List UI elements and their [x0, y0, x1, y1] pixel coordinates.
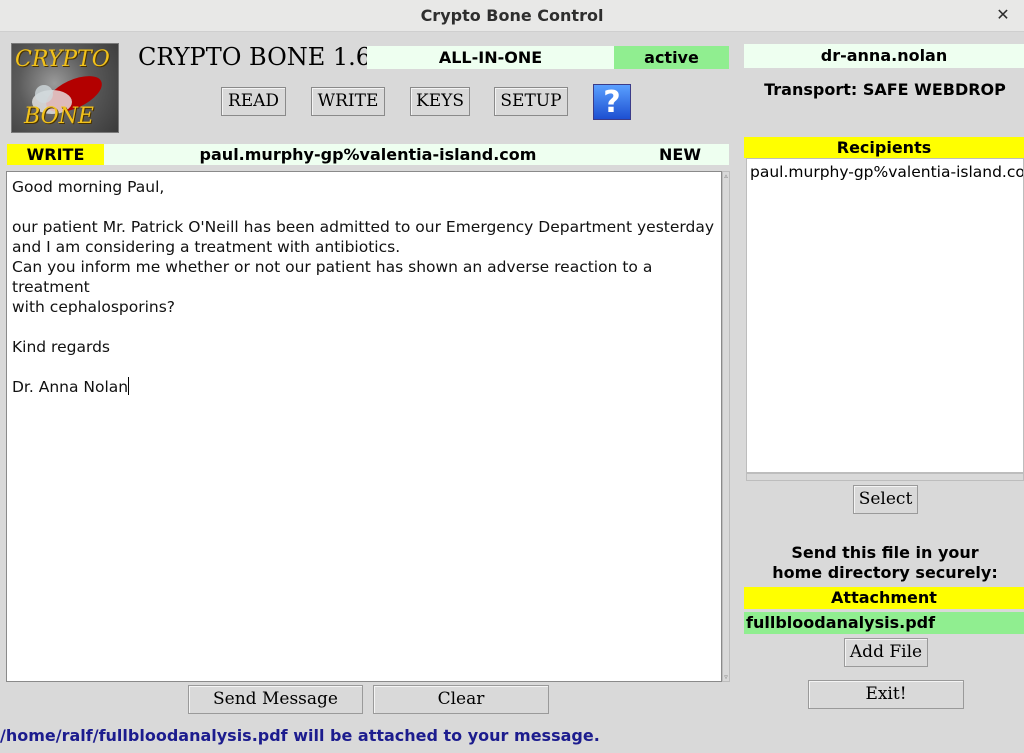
clear-button[interactable]: Clear — [373, 685, 549, 714]
scroll-down-icon[interactable]: ▿ — [723, 673, 729, 681]
mode-indicator: ALL-IN-ONE — [367, 46, 614, 69]
select-button[interactable]: Select — [853, 485, 918, 514]
help-icon[interactable]: ? — [593, 84, 631, 120]
exit-button[interactable]: Exit! — [808, 680, 964, 709]
title-bar: Crypto Bone Control ✕ — [0, 0, 1024, 32]
recipient-address: paul.murphy-gp%valentia-island.com — [199, 145, 537, 164]
user-name: dr-anna.nolan — [744, 44, 1024, 68]
attachment-file: fullbloodanalysis.pdf — [744, 612, 1024, 634]
send-file-line2: home directory securely: — [772, 563, 998, 582]
text-cursor — [128, 377, 130, 395]
write-button[interactable]: WRITE — [311, 87, 385, 116]
close-icon[interactable]: ✕ — [992, 4, 1014, 26]
crypto-bone-logo: CRYPTO BONE — [11, 43, 119, 133]
logo-text-line2: BONE — [24, 104, 94, 129]
window-title: Crypto Bone Control — [420, 6, 604, 25]
list-item[interactable]: paul.murphy-gp%valentia-island.com — [747, 159, 1023, 181]
recipient-bar: paul.murphy-gp%valentia-island.com NEW — [104, 144, 729, 165]
send-file-line1: Send this file in your — [791, 543, 979, 562]
read-button[interactable]: READ — [221, 87, 286, 116]
scroll-up-icon[interactable]: ▵ — [723, 172, 729, 180]
send-message-button[interactable]: Send Message — [188, 685, 363, 714]
add-file-button[interactable]: Add File — [844, 638, 928, 667]
recipients-header: Recipients — [744, 137, 1024, 158]
write-label: WRITE — [7, 144, 104, 165]
message-body: Good morning Paul, our patient Mr. Patri… — [12, 178, 714, 396]
attachment-header: Attachment — [744, 587, 1024, 609]
recipients-scrollbar[interactable] — [746, 473, 1024, 481]
keys-button[interactable]: KEYS — [410, 87, 470, 116]
status-badge: active — [614, 46, 729, 69]
send-file-instructions: Send this file in your home directory se… — [744, 543, 1024, 583]
message-flag: NEW — [659, 145, 701, 164]
status-message: /home/ralf/fullbloodanalysis.pdf will be… — [0, 726, 600, 745]
message-scrollbar[interactable]: ▵ ▿ — [722, 171, 730, 682]
logo-text-line1: CRYPTO — [15, 47, 110, 72]
setup-button[interactable]: SETUP — [494, 87, 568, 116]
recipients-list[interactable]: paul.murphy-gp%valentia-island.com — [746, 158, 1024, 473]
transport-label: Transport: SAFE WEBDROP — [764, 80, 1006, 99]
message-textarea[interactable]: Good morning Paul, our patient Mr. Patri… — [6, 171, 722, 682]
app-name: CRYPTO BONE 1.6 — [138, 43, 372, 71]
